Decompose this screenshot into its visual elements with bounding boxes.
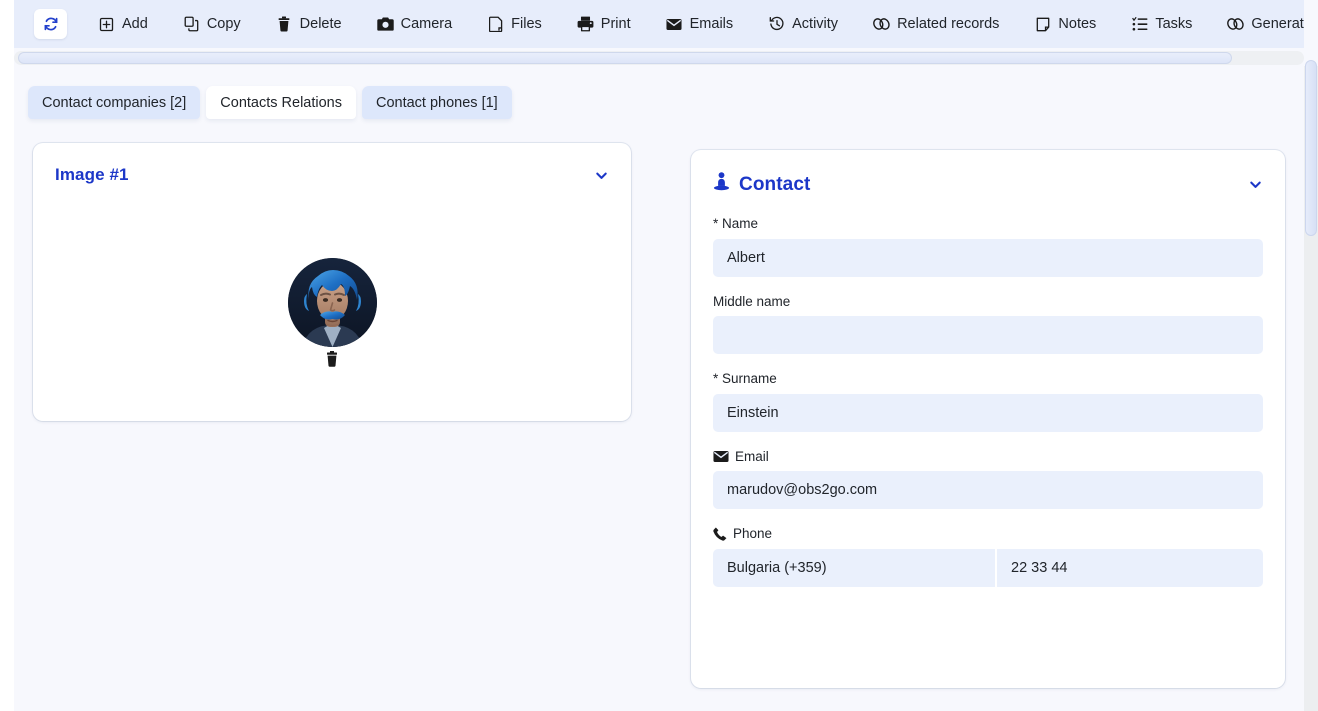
surname-field-input[interactable]: Einstein	[713, 393, 1263, 432]
link-icon	[873, 16, 890, 33]
middle-name-field-label-row: Middle name	[713, 293, 1263, 309]
refresh-icon	[42, 16, 59, 33]
tasks-button[interactable]: Tasks	[1122, 9, 1201, 39]
note-icon	[1034, 16, 1051, 33]
refresh-button[interactable]	[34, 9, 67, 39]
envelope-icon	[713, 450, 729, 463]
tasks-button-label: Tasks	[1155, 15, 1193, 32]
chevron-down-icon[interactable]	[594, 168, 609, 183]
emails-button[interactable]: Emails	[657, 9, 743, 39]
chevron-down-icon[interactable]	[1248, 177, 1263, 192]
middle-name-field: Middle name	[713, 293, 1263, 354]
avatar[interactable]	[287, 258, 377, 347]
related-tabs: Contact companies [2] Contacts Relations C…	[28, 86, 512, 119]
email-field-label-row: Email	[713, 448, 1263, 464]
surname-field-label-row: * Surname	[713, 372, 1263, 386]
files-button-label: Files	[511, 15, 542, 32]
link-icon	[1227, 16, 1245, 33]
related-tab-2[interactable]: Contact phones [1]	[361, 86, 512, 119]
add-button[interactable]: Add	[89, 9, 157, 39]
copy-icon	[183, 16, 200, 33]
contact-card-title: Contact	[739, 173, 811, 195]
emails-button-label: Emails	[689, 15, 734, 32]
record-action-toolbar: Add Copy Delete Camera Files Print Emails Activ…	[14, 0, 1304, 48]
phone-label: Phone	[733, 526, 773, 542]
generate-attach-pdf-button-label: Generate and attach pdf f	[1251, 15, 1304, 32]
name-field-input[interactable]: Albert	[713, 238, 1263, 277]
toolbar-horizontal-scrollbar-thumb[interactable]	[18, 52, 1232, 64]
activity-button[interactable]: Activity	[759, 9, 847, 39]
file-icon	[487, 16, 504, 33]
email-field-label: Email	[735, 448, 769, 464]
activity-button-label: Activity	[792, 15, 839, 32]
copy-button[interactable]: Copy	[174, 9, 250, 39]
contact-form: * Name Albert Middle name * Surname Einstein…	[691, 197, 1285, 587]
envelope-icon	[666, 16, 683, 33]
phone-country-input[interactable]: Bulgaria (+359)	[713, 549, 995, 587]
middle-name-field-label: Middle name	[713, 293, 791, 309]
notes-button-label: Notes	[1058, 15, 1097, 32]
files-button[interactable]: Files	[478, 9, 551, 39]
related-records-button[interactable]: Related records	[864, 9, 1008, 39]
related-tab-0[interactable]: Contact companies [2]	[28, 86, 201, 119]
phone-label-row: Phone	[713, 527, 1263, 541]
print-button[interactable]: Print	[568, 9, 640, 39]
phone-field: Phone Bulgaria (+359) 22 33 44	[713, 527, 1263, 587]
name-field-label-row: * Name	[713, 217, 1263, 231]
add-box-icon	[98, 16, 115, 33]
image-card-body	[33, 258, 631, 367]
phone-inputs: Bulgaria (+359) 22 33 44	[713, 549, 1263, 587]
related-records-button-label: Related records	[897, 15, 1000, 32]
name-field-label: * Name	[713, 216, 759, 231]
email-field-input[interactable]: marudov@obs2go.com	[713, 471, 1263, 509]
history-clock-icon	[768, 16, 785, 33]
contact-card-header: Contact	[691, 150, 1285, 197]
application-window: Add Copy Delete Camera Files Print Emails Activ…	[0, 0, 1318, 711]
camera-button-label: Camera	[400, 15, 453, 32]
camera-icon	[376, 16, 394, 33]
image-card: Image #1	[33, 143, 631, 421]
notes-button[interactable]: Notes	[1025, 9, 1105, 39]
contact-person-icon	[713, 172, 730, 197]
phone-icon	[713, 527, 727, 541]
related-tab-1[interactable]: Contacts Relations	[206, 86, 356, 119]
contact-card: Contact * Name Albert Middle name * Surname…	[691, 150, 1285, 688]
copy-button-label: Copy	[206, 15, 241, 32]
surname-field-label: * Surname	[713, 371, 777, 386]
phone-number-input[interactable]: 22 33 44	[997, 549, 1263, 587]
task-list-icon	[1131, 16, 1148, 33]
avatar-portrait	[287, 258, 377, 347]
printer-icon	[577, 16, 594, 33]
image-card-header: Image #1	[33, 143, 631, 185]
generate-attach-pdf-button[interactable]: Generate and attach pdf f	[1218, 9, 1304, 39]
email-field: Email marudov@obs2go.com	[713, 448, 1263, 509]
name-field: * Name Albert	[713, 217, 1263, 277]
trash-icon	[276, 16, 293, 33]
surname-field: * Surname Einstein	[713, 372, 1263, 432]
delete-button-label: Delete	[299, 15, 342, 32]
image-card-title: Image #1	[55, 165, 129, 184]
contact-card-title-group: Contact	[713, 172, 810, 197]
delete-button[interactable]: Delete	[267, 9, 351, 39]
middle-name-field-input[interactable]	[713, 316, 1263, 354]
add-button-label: Add	[122, 15, 148, 32]
print-button-label: Print	[600, 15, 631, 32]
trash-icon[interactable]	[325, 351, 339, 367]
page-vertical-scrollbar-thumb[interactable]	[1305, 60, 1317, 236]
camera-button[interactable]: Camera	[368, 9, 462, 39]
